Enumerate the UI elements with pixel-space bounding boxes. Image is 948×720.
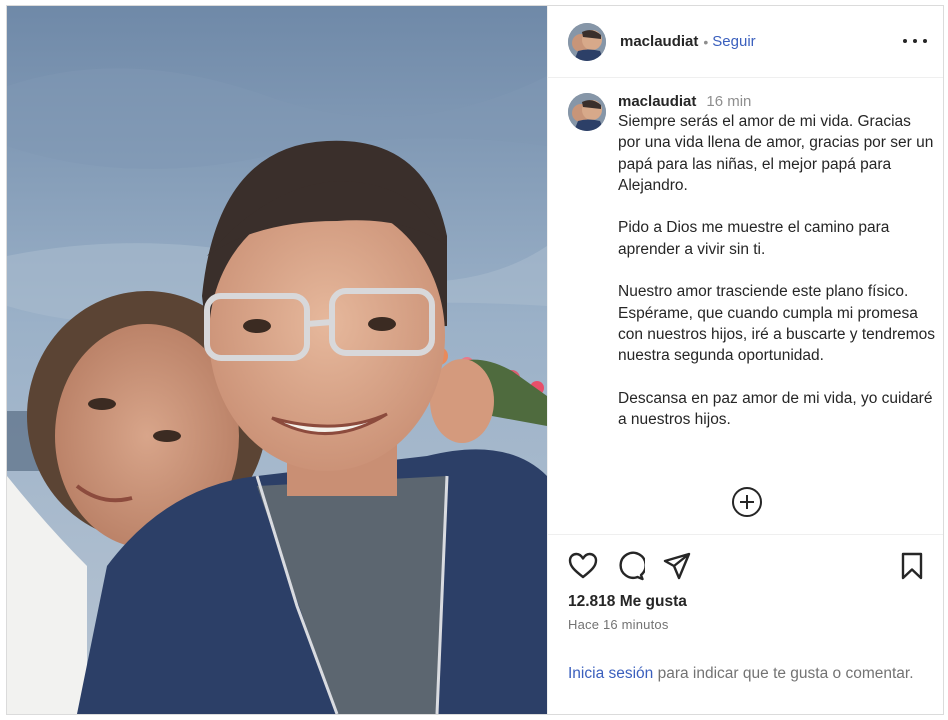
caption-paragraph: Descansa en paz amor de mi vida, yo cuid… — [618, 389, 933, 429]
selfie-photo — [7, 6, 547, 714]
caption-username[interactable]: maclaudiat — [618, 93, 696, 110]
instagram-post: maclaudiat • Seguir maclaudiat 16 min Si… — [6, 5, 944, 715]
caption-paragraph: Siempre serás el amor de mi vida. Gracia… — [618, 113, 934, 194]
caption-paragraph: Nuestro amor trasciende este plano físic… — [618, 283, 936, 365]
comment-icon[interactable] — [615, 551, 645, 581]
caption-paragraph: Pido a Dios me muestre el camino para ap… — [618, 219, 890, 258]
more-options-icon[interactable] — [903, 32, 927, 50]
likes-count[interactable]: 12.818 Me gusta — [568, 593, 687, 611]
heart-icon[interactable] — [568, 551, 598, 581]
post-sidebar: maclaudiat • Seguir maclaudiat 16 min Si… — [547, 6, 943, 714]
login-link[interactable]: Inicia sesión — [568, 665, 653, 682]
caption-text: Siempre serás el amor de mi vida. Gracia… — [618, 111, 936, 430]
header-username[interactable]: maclaudiat — [620, 33, 698, 50]
plus-circle-icon[interactable] — [732, 487, 762, 517]
post-photo[interactable] — [7, 6, 547, 714]
login-prompt: Inicia sesión para indicar que te gusta … — [568, 663, 928, 685]
post-caption: maclaudiat 16 min Siempre serás el amor … — [568, 93, 938, 452]
follow-button[interactable]: Seguir — [712, 33, 755, 50]
caption-time[interactable]: 16 min — [706, 93, 751, 110]
bookmark-icon[interactable] — [897, 551, 927, 581]
actions-bar: 12.818 Me gusta Hace 16 minutos Inicia s… — [548, 534, 943, 714]
comments-section: maclaudiat 16 min Siempre serás el amor … — [548, 79, 943, 534]
post-header: maclaudiat • Seguir — [548, 6, 943, 78]
share-icon[interactable] — [662, 551, 692, 581]
caption-avatar-icon[interactable] — [568, 93, 606, 131]
login-prompt-text: para indicar que te gusta o comentar. — [653, 665, 914, 682]
caption-body: maclaudiat 16 min Siempre serás el amor … — [618, 93, 936, 452]
separator-dot: • — [703, 33, 709, 50]
profile-avatar-icon[interactable] — [568, 22, 606, 61]
post-timestamp[interactable]: Hace 16 minutos — [568, 617, 669, 632]
